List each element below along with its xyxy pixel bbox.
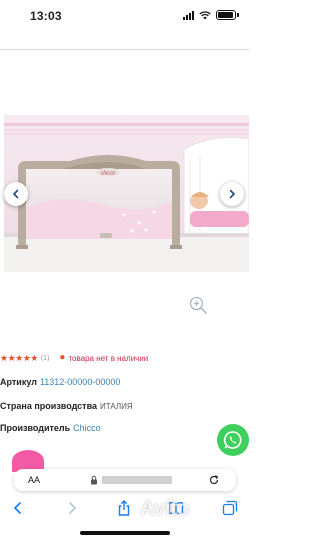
home-indicator[interactable] — [80, 531, 170, 535]
article-value: 11312-00000-00000 — [39, 377, 121, 387]
status-bar: 13:03 — [0, 0, 249, 32]
country-value: ИТАЛИЯ — [100, 402, 133, 411]
maker-line: Производитель Chicco — [0, 423, 101, 433]
country-label: Страна производства — [0, 401, 98, 411]
share-button[interactable] — [116, 500, 132, 516]
chevron-left-icon — [12, 189, 19, 199]
stock-status-dot: ● — [59, 352, 66, 363]
share-icon — [118, 500, 130, 516]
article-line: Артикул 11312-00000-00000 — [0, 377, 120, 387]
gallery-next-button[interactable] — [220, 182, 244, 206]
product-image[interactable]: chicco — [4, 115, 249, 272]
product-brand-label: chicco — [101, 171, 115, 177]
avito-watermark: Avito — [140, 497, 190, 520]
text-size-button[interactable]: AA — [28, 475, 40, 485]
wifi-icon — [199, 10, 211, 19]
battery-icon — [216, 10, 236, 20]
gallery-prev-button[interactable] — [4, 182, 28, 206]
lock-icon — [91, 475, 97, 485]
tabs-button[interactable] — [222, 500, 238, 516]
zoom-in-icon[interactable] — [188, 295, 208, 315]
back-icon — [13, 502, 21, 514]
stock-status: товара нет в наличии — [68, 353, 149, 363]
maker-label: Производитель — [0, 423, 71, 433]
forward-button[interactable] — [64, 500, 80, 516]
browser-toolbar — [0, 493, 249, 523]
forward-icon — [69, 502, 77, 514]
rating-count[interactable]: (1) — [41, 355, 50, 362]
product-photo: chicco — [4, 115, 249, 272]
chevron-right-icon — [229, 189, 236, 199]
whatsapp-button[interactable] — [217, 424, 249, 456]
reload-icon[interactable] — [208, 474, 220, 486]
article-label: Артикул — [0, 377, 37, 387]
whatsapp-icon — [223, 431, 242, 449]
back-button[interactable] — [10, 500, 26, 516]
tabs-icon — [222, 500, 238, 516]
signal-icon — [183, 10, 194, 20]
status-time: 13:03 — [30, 9, 62, 23]
rating-stars[interactable]: ★★★★★ — [0, 353, 38, 364]
address-bar[interactable]: AA — [14, 469, 236, 491]
maker-link[interactable]: Chicco — [73, 423, 101, 433]
country-line: Страна производства ИТАЛИЯ — [0, 401, 133, 411]
status-icons — [183, 10, 239, 20]
rating-row: ★★★★★ (1) ● товара нет в наличии — [0, 352, 148, 364]
page-header-strip — [0, 32, 249, 50]
battery-tip — [237, 13, 239, 17]
url-field[interactable] — [102, 476, 172, 484]
